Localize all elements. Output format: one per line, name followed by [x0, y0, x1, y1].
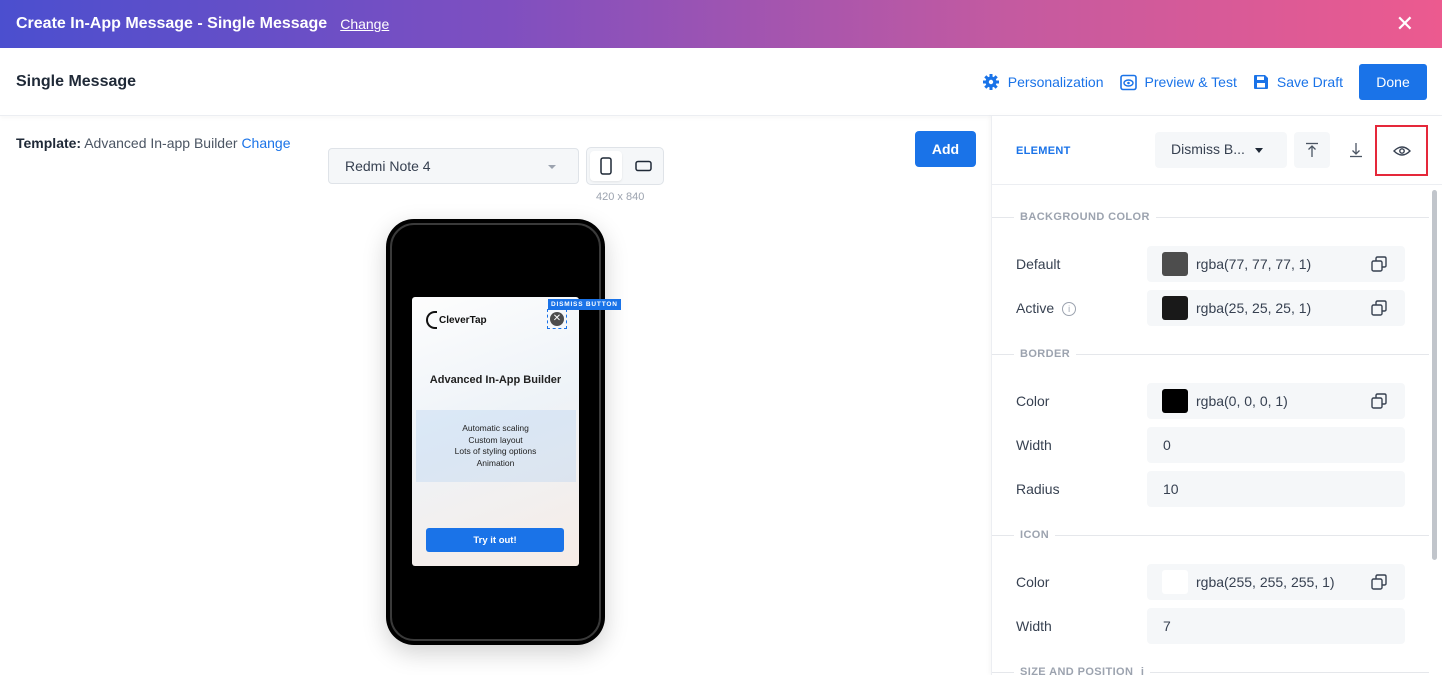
modal-title-bar: Create In-App Message - Single Message C… — [0, 0, 1442, 48]
landscape-button[interactable] — [627, 151, 659, 181]
section-background-color: BACKGROUND COLOR — [992, 210, 1429, 224]
dismiss-close-icon: ✕ — [550, 312, 564, 326]
visibility-toggle-button[interactable] — [1375, 125, 1428, 176]
bg-default-value: rgba(77, 77, 77, 1) — [1196, 256, 1312, 272]
save-icon — [1253, 75, 1268, 89]
message-name: Single Message — [16, 73, 137, 90]
info-icon[interactable]: i — [1062, 302, 1077, 317]
border-color-field[interactable]: rgba(0, 0, 0, 1) — [1147, 383, 1405, 419]
arrow-to-bottom-icon — [1350, 143, 1362, 158]
border-width-input[interactable]: 0 — [1147, 427, 1405, 463]
header-actions: Personalization Preview & Test Save Draf… — [982, 48, 1442, 116]
section-icon: ICON — [992, 528, 1429, 542]
section-title: ICON — [1014, 529, 1056, 541]
panel-scrollbar[interactable] — [1432, 190, 1437, 560]
dismiss-button-selected[interactable]: ✕ — [547, 309, 567, 329]
move-to-top-button[interactable] — [1294, 132, 1330, 168]
gear-icon — [982, 74, 999, 90]
icon-color-field[interactable]: rgba(255, 255, 255, 1) — [1147, 564, 1405, 600]
chevron-down-icon — [1255, 148, 1263, 153]
add-element-button[interactable]: Add — [915, 131, 976, 167]
device-dimensions: 420 x 840 — [596, 191, 645, 203]
properties-panel: ELEMENT Dismiss B... BACKGROUND COLOR De… — [991, 116, 1442, 675]
portrait-phone-icon — [600, 157, 612, 175]
section-title: BACKGROUND COLOR — [1014, 211, 1156, 223]
change-template-link[interactable]: Change — [241, 135, 290, 151]
bg-active-label-text: Active — [1016, 300, 1055, 316]
arrow-to-top-icon — [1306, 142, 1318, 157]
move-to-bottom-button[interactable] — [1338, 132, 1374, 168]
color-swatch[interactable] — [1162, 296, 1188, 320]
message-headline[interactable]: Advanced In-App Builder — [412, 374, 579, 386]
template-label: Template: — [16, 135, 82, 151]
color-swatch[interactable] — [1162, 389, 1188, 413]
border-color-value: rgba(0, 0, 0, 1) — [1196, 393, 1288, 409]
template-value: Advanced In-app Builder — [84, 135, 238, 151]
feature-item: Automatic scaling — [462, 423, 529, 433]
border-radius-value: 10 — [1163, 481, 1179, 497]
personalization-button[interactable]: Personalization — [982, 73, 1104, 91]
bg-default-label: Default — [1016, 256, 1061, 272]
copy-icon[interactable] — [1371, 300, 1387, 316]
device-select-value: Redmi Note 4 — [345, 158, 431, 174]
save-draft-label: Save Draft — [1276, 74, 1343, 90]
clevertap-logo: CleverTap — [426, 311, 487, 329]
eye-icon — [1392, 145, 1411, 156]
section-border: BORDER — [992, 347, 1429, 361]
change-message-type-link[interactable]: Change — [340, 16, 389, 32]
icon-width-label: Width — [1016, 618, 1052, 634]
section-title: SIZE AND POSITION i — [1014, 666, 1151, 675]
border-color-label: Color — [1016, 393, 1050, 409]
section-title: BORDER — [1014, 348, 1077, 360]
border-width-label: Width — [1016, 437, 1052, 453]
portrait-button[interactable] — [590, 151, 622, 181]
section-title-text: SIZE AND POSITION — [1020, 666, 1134, 675]
device-select[interactable]: Redmi Note 4 — [328, 148, 579, 184]
element-label: ELEMENT — [1016, 145, 1071, 157]
personalization-label: Personalization — [1007, 74, 1104, 90]
bg-active-color-field[interactable]: rgba(25, 25, 25, 1) — [1147, 290, 1405, 326]
panel-header: ELEMENT Dismiss B... — [992, 116, 1442, 185]
feature-item: Lots of styling options — [454, 446, 537, 456]
element-select[interactable]: Dismiss B... — [1155, 132, 1287, 168]
copy-icon[interactable] — [1371, 393, 1387, 409]
feature-item: Animation — [476, 457, 515, 468]
border-width-value: 0 — [1163, 437, 1171, 453]
icon-color-value: rgba(255, 255, 255, 1) — [1196, 574, 1335, 590]
copy-icon[interactable] — [1371, 256, 1387, 272]
inapp-message-card[interactable]: CleverTap Advanced In-App Builder Automa… — [412, 297, 579, 566]
icon-color-label: Color — [1016, 574, 1050, 590]
preview-eye-icon — [1119, 74, 1137, 90]
logo-arc — [426, 311, 437, 329]
icon-width-value: 7 — [1163, 618, 1171, 634]
copy-icon[interactable] — [1371, 574, 1387, 590]
preview-test-label: Preview & Test — [1144, 74, 1237, 90]
icon-width-input[interactable]: 7 — [1147, 608, 1405, 644]
template-info: Template: Advanced In-app Builder Change — [16, 135, 290, 151]
color-swatch[interactable] — [1162, 252, 1188, 276]
bg-active-value: rgba(25, 25, 25, 1) — [1196, 300, 1312, 316]
border-radius-label: Radius — [1016, 481, 1060, 497]
orientation-toggle — [586, 147, 664, 185]
modal-title: Create In-App Message - Single Message — [16, 15, 328, 32]
element-select-value: Dismiss B... — [1171, 141, 1245, 157]
border-radius-input[interactable]: 10 — [1147, 471, 1405, 507]
cta-button[interactable]: Try it out! — [426, 528, 564, 552]
close-icon[interactable]: ✕ — [1396, 12, 1414, 36]
feature-item: Custom layout — [468, 434, 523, 445]
color-swatch[interactable] — [1162, 570, 1188, 594]
logo-text: CleverTap — [439, 314, 487, 326]
save-draft-button[interactable]: Save Draft — [1253, 74, 1343, 90]
done-button[interactable]: Done — [1359, 64, 1427, 100]
info-icon[interactable]: i — [1141, 666, 1144, 675]
chevron-down-icon — [548, 165, 556, 169]
section-size-position: SIZE AND POSITION i — [992, 665, 1429, 675]
bg-active-label: Active i — [1016, 300, 1077, 317]
bg-default-color-field[interactable]: rgba(77, 77, 77, 1) — [1147, 246, 1405, 282]
landscape-phone-icon — [634, 160, 652, 172]
preview-test-button[interactable]: Preview & Test — [1119, 74, 1237, 91]
editor-header: Single Message Personalization Preview &… — [0, 48, 1442, 116]
